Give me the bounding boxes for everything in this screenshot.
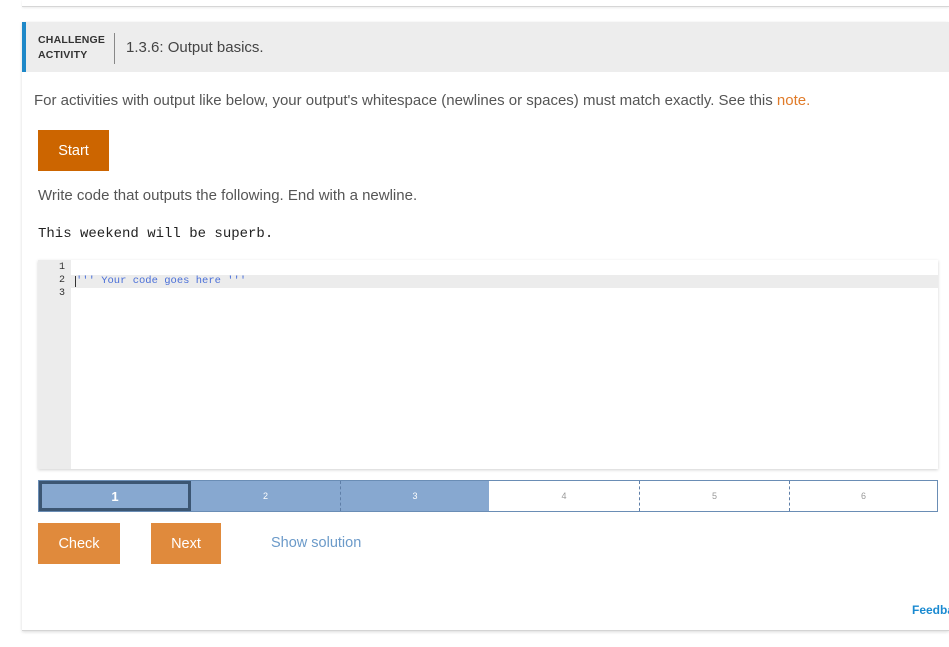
progress-step-4[interactable]: 4 bbox=[489, 481, 639, 511]
intro-text: For activities with output like below, y… bbox=[34, 92, 810, 109]
progress-step-1[interactable]: 1 bbox=[39, 481, 191, 511]
check-button[interactable]: Check bbox=[38, 523, 120, 564]
show-solution-link[interactable]: Show solution bbox=[271, 535, 361, 551]
line-number: 1 bbox=[58, 262, 65, 273]
header-divider bbox=[114, 33, 115, 64]
text-cursor bbox=[75, 276, 76, 287]
challenge-activity-card: CHALLENGE ACTIVITY 1.3.6: Output basics.… bbox=[22, 22, 949, 631]
top-divider bbox=[22, 0, 949, 7]
activity-badge: CHALLENGE ACTIVITY bbox=[38, 33, 108, 63]
code-line[interactable]: ''' Your code goes here ''' bbox=[76, 275, 246, 288]
badge-line-2: ACTIVITY bbox=[38, 49, 88, 61]
line-number: 2 bbox=[58, 275, 65, 286]
progress-bar: 1 2 3 4 5 6 bbox=[38, 480, 938, 512]
feedback-link[interactable]: Feedback? bbox=[912, 603, 949, 617]
instruction-text: Write code that outputs the following. E… bbox=[38, 187, 418, 204]
intro-body: For activities with output like below, y… bbox=[34, 92, 777, 109]
line-number-gutter: 1 2 3 bbox=[38, 260, 71, 469]
start-button[interactable]: Start bbox=[38, 130, 109, 171]
next-button[interactable]: Next bbox=[151, 523, 221, 564]
progress-step-5[interactable]: 5 bbox=[639, 481, 789, 511]
progress-step-6[interactable]: 6 bbox=[789, 481, 937, 511]
progress-step-2[interactable]: 2 bbox=[191, 481, 340, 511]
expected-output: This weekend will be superb. bbox=[38, 226, 274, 242]
activity-title: 1.3.6: Output basics. bbox=[126, 39, 264, 56]
line-number: 3 bbox=[58, 288, 65, 299]
progress-step-3[interactable]: 3 bbox=[340, 481, 489, 511]
activity-header: CHALLENGE ACTIVITY 1.3.6: Output basics. bbox=[22, 22, 949, 72]
badge-line-1: CHALLENGE bbox=[38, 34, 106, 46]
note-link[interactable]: note bbox=[777, 92, 806, 109]
code-editor[interactable]: 1 2 3 ''' Your code goes here ''' bbox=[38, 260, 938, 469]
intro-trailing: . bbox=[806, 92, 811, 109]
